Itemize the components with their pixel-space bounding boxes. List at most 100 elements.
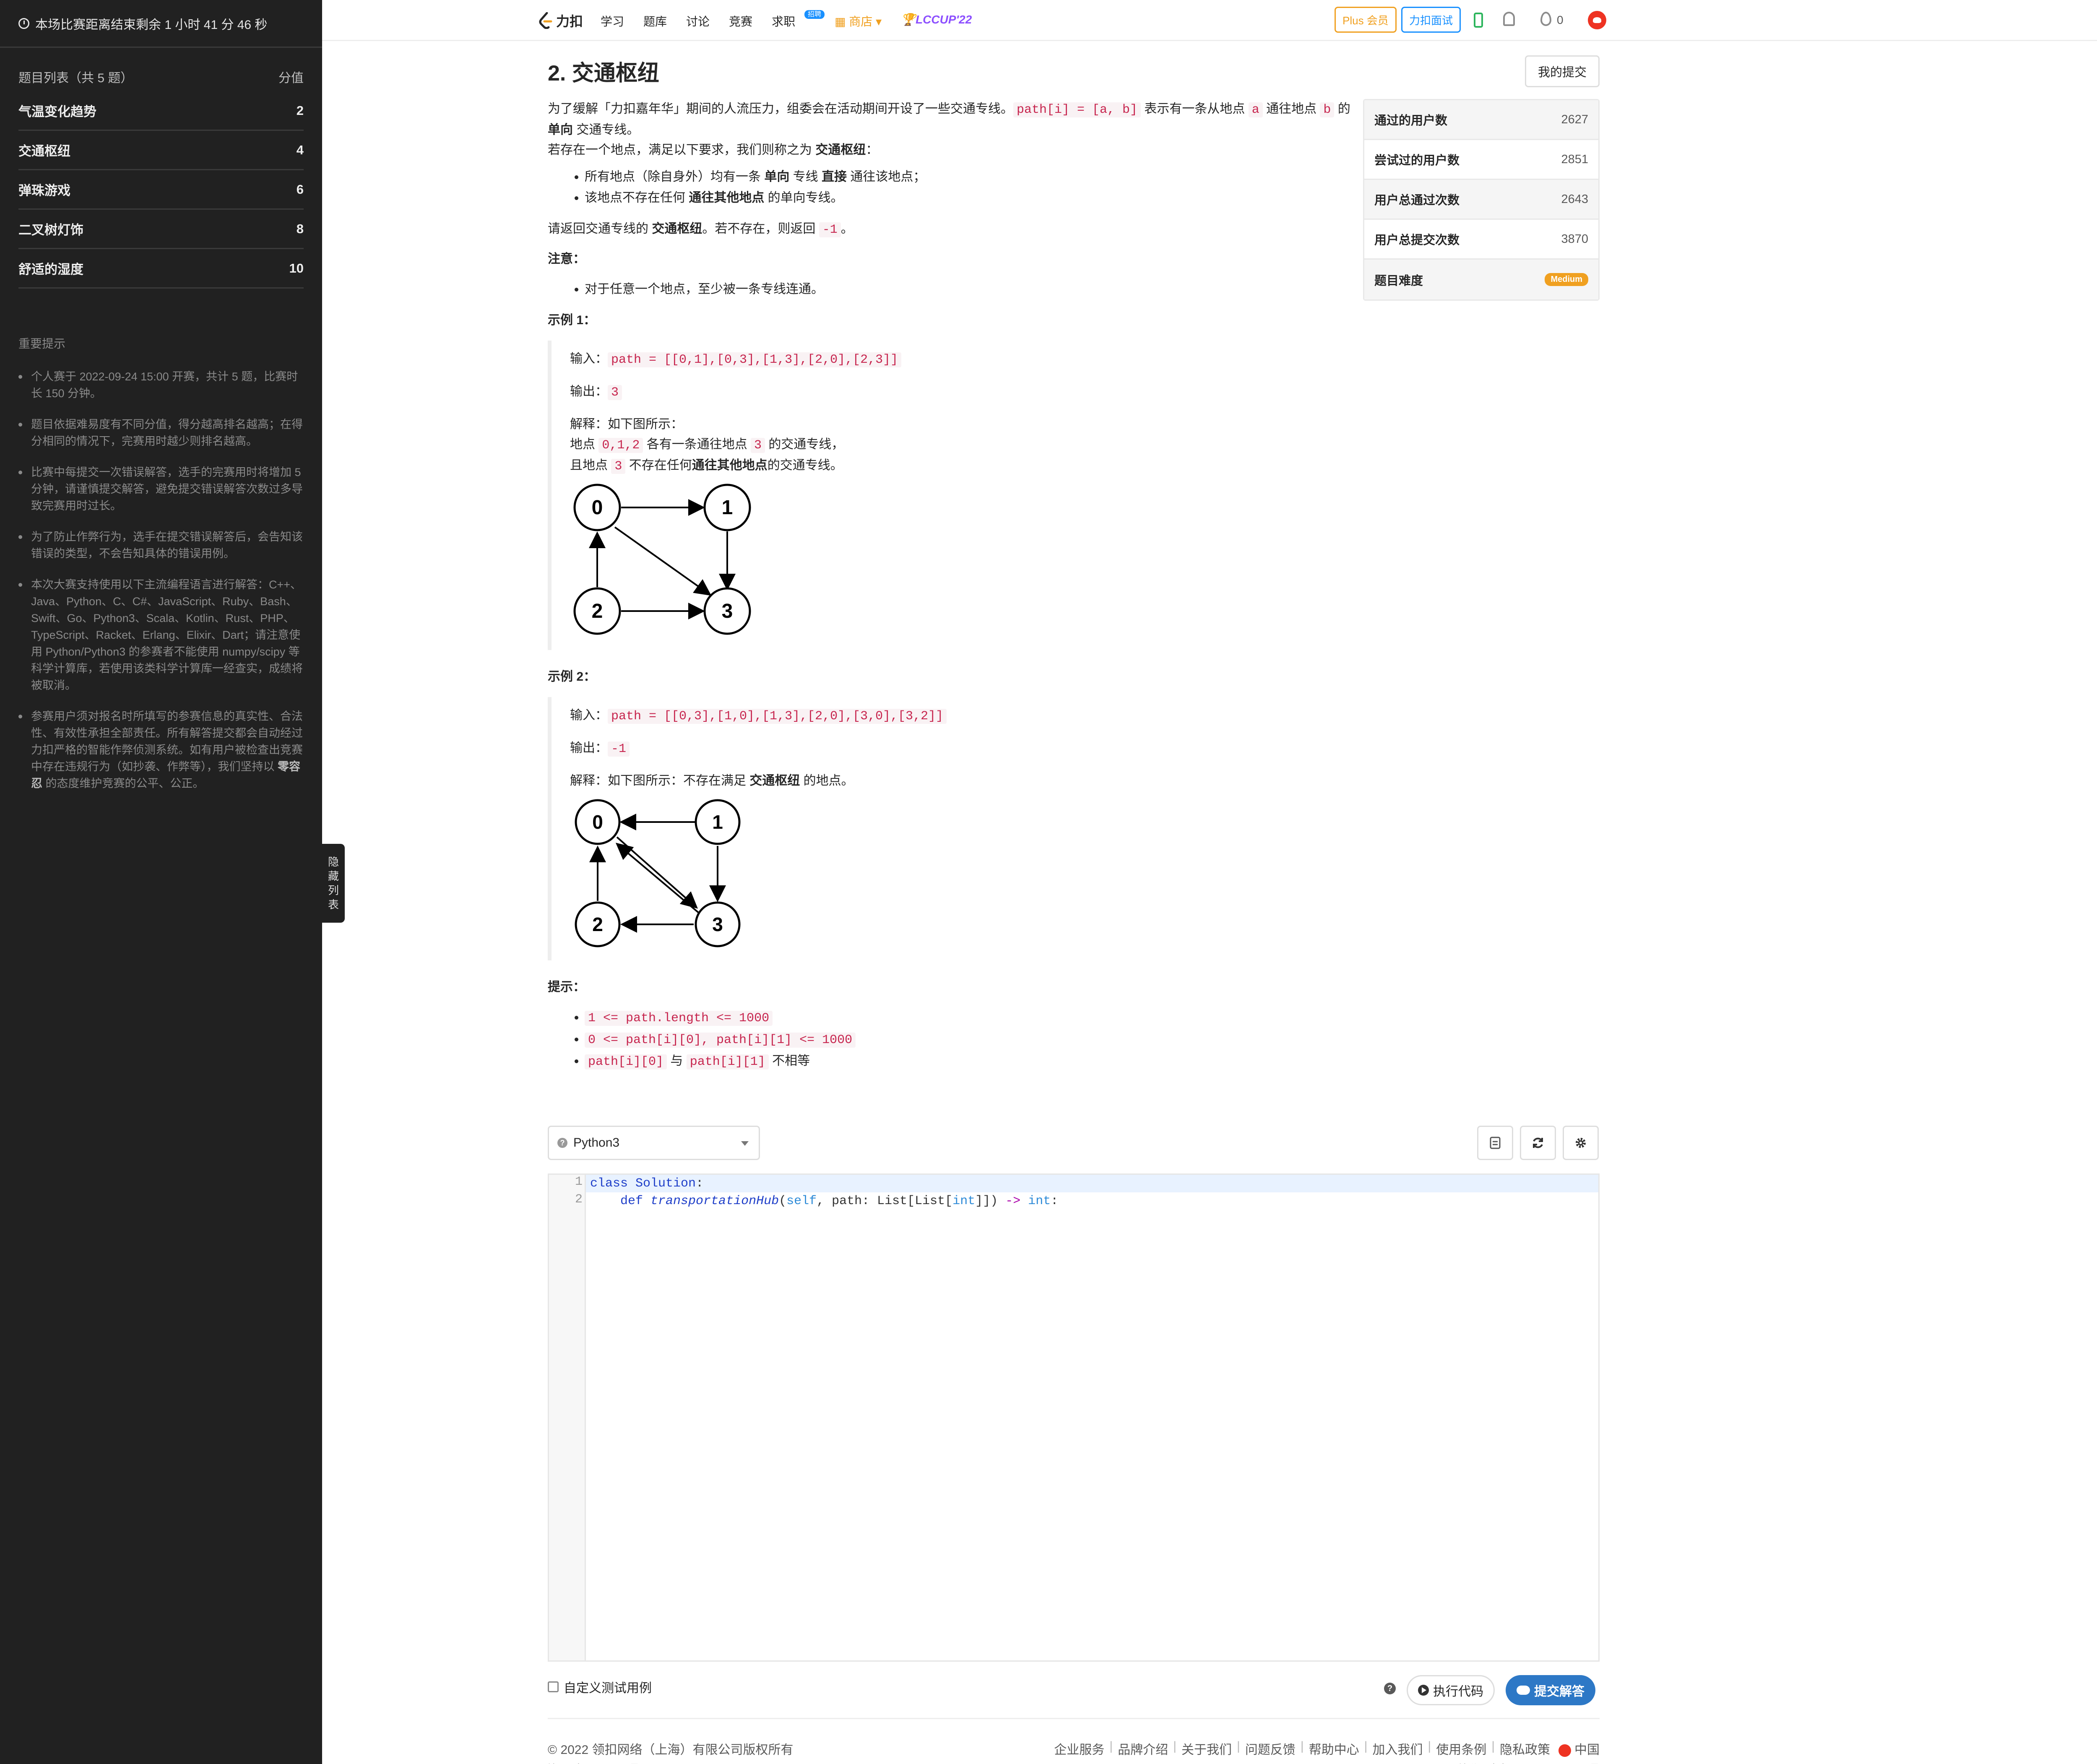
- list-item: 所有地点（除自身外）均有一条 单向 专线 直接 通往该地点；: [585, 167, 1355, 187]
- contest-timer: 本场比赛距离结束剩余 1 小时 41 分 46 秒: [0, 0, 322, 48]
- inline-code: 0 <= path[i][0], path[i][1] <= 1000: [585, 1033, 856, 1048]
- page-footer: © 2022 领扣网络（上海）有限公司版权所有 沪ICP备17051546号 企…: [548, 1718, 1600, 1764]
- store-label: 商店: [849, 15, 873, 28]
- leetcode-logo[interactable]: 力扣: [539, 11, 583, 30]
- stat-row: 题目难度 Medium: [1364, 260, 1598, 299]
- inline-code: path[i][1]: [686, 1054, 769, 1069]
- bold-text: 交通枢纽: [749, 774, 800, 788]
- bold-text: 直接: [822, 170, 847, 184]
- plus-member-button[interactable]: Plus 会员: [1335, 7, 1397, 33]
- text: 的交通专线，: [765, 437, 844, 451]
- hint-item: 1 <= path.length <= 1000: [585, 1007, 1355, 1028]
- nav-jobs-label: 求职: [772, 15, 796, 28]
- code-keyword: class: [590, 1176, 636, 1191]
- police-record[interactable]: 沪公网安备 31011502007040号: [1459, 1760, 1600, 1764]
- region-selector[interactable]: 中国: [1558, 1739, 1600, 1758]
- nav-store[interactable]: ▦ 商店 ▾: [835, 13, 882, 29]
- code-line: def transportationHub(self, path: List[L…: [586, 1192, 1598, 1210]
- footer-link[interactable]: 加入我们: [1372, 1739, 1423, 1758]
- stat-value: 2627: [1561, 112, 1588, 126]
- stat-value: 2851: [1561, 152, 1588, 166]
- text: 的交通专线。: [767, 458, 843, 472]
- problem-list-header: 题目列表（共 5 题） 分值: [0, 62, 322, 91]
- code-self: self: [786, 1194, 817, 1208]
- code-text: ]]): [975, 1194, 1006, 1208]
- problem-score: 6: [296, 182, 304, 197]
- settings-button[interactable]: [1563, 1126, 1599, 1160]
- problem-item[interactable]: 舒适的湿度 10: [18, 249, 304, 289]
- example-explanation: 解释：如下图所示：不存在满足 交通枢纽 的地点。: [570, 771, 1355, 791]
- code-editor[interactable]: 1 2 class Solution: def transportationHu…: [548, 1173, 1600, 1662]
- help-icon[interactable]: ?: [1384, 1683, 1396, 1694]
- tip-item: 个人赛于 2022-09-24 15:00 开赛，共计 5 题，比赛时长 150…: [18, 368, 304, 402]
- difficulty-badge: Medium: [1545, 273, 1588, 286]
- question-icon: ?: [557, 1138, 567, 1148]
- notes-button[interactable]: [1477, 1126, 1513, 1160]
- logo-text: 力扣: [556, 14, 583, 29]
- code-line: class Solution:: [586, 1175, 1598, 1192]
- list-item: 对于任意一个地点，至少被一条专线连通。: [585, 279, 1355, 299]
- custom-test-checkbox[interactable]: [548, 1681, 559, 1692]
- clock-icon: [18, 18, 29, 29]
- submit-button[interactable]: 提交解答: [1506, 1675, 1595, 1705]
- hide-list-tab[interactable]: 隐 藏 列 表: [322, 844, 345, 923]
- example-explanation: 解释：如下图所示： 地点 0,1,2 各有一条通往地点 3 的交通专线， 且地点…: [570, 414, 1355, 476]
- icp-link[interactable]: 沪ICP备17051546号: [548, 1760, 640, 1764]
- stat-value: 3870: [1561, 232, 1588, 246]
- avatar[interactable]: [1588, 11, 1606, 29]
- separator: |: [1237, 1739, 1240, 1753]
- problem-name: 二叉树灯饰: [18, 223, 83, 237]
- problem-item[interactable]: 二叉树灯饰 8: [18, 210, 304, 249]
- code-type: int: [952, 1194, 976, 1208]
- reset-button[interactable]: [1520, 1126, 1556, 1160]
- problem-item[interactable]: 弹珠游戏 6: [18, 170, 304, 210]
- language-select[interactable]: ? Python3: [548, 1126, 760, 1160]
- problem-item[interactable]: 气温变化趋势 2: [18, 91, 304, 131]
- interview-button[interactable]: 力扣面试: [1401, 7, 1461, 33]
- nav-problemset[interactable]: 题库: [643, 13, 667, 29]
- page-title: 2. 交通枢纽: [548, 61, 659, 86]
- nav-discuss[interactable]: 讨论: [686, 13, 710, 29]
- example-output: 输出： -1: [570, 738, 1355, 759]
- example2-title: 示例 2：: [548, 670, 596, 684]
- nav-learn[interactable]: 学习: [601, 13, 624, 29]
- inline-code: 0,1,2: [598, 438, 643, 453]
- lccup-label: LCCUP'22: [916, 13, 972, 26]
- custom-test-toggle[interactable]: 自定义测试用例: [548, 1678, 652, 1696]
- example-2: 输入： path = [[0,3],[1,0],[1,3],[2,0],[3,0]…: [548, 697, 1355, 960]
- footer-link[interactable]: 关于我们: [1181, 1739, 1232, 1758]
- example-input: 输入： path = [[0,3],[1,0],[1,3],[2,0],[3,0]…: [570, 705, 1355, 726]
- requirements-list: 所有地点（除自身外）均有一条 单向 专线 直接 通往该地点； 该地点不存在任何 …: [585, 167, 1355, 208]
- bell-icon[interactable]: [1503, 12, 1515, 26]
- editor-toolbar: ? Python3: [548, 1126, 1600, 1161]
- hints-title: 提示：: [548, 980, 585, 994]
- copyright: © 2022 领扣网络（上海）有限公司版权所有: [548, 1743, 794, 1757]
- fire-icon[interactable]: [1540, 12, 1551, 26]
- node-label: 3: [722, 600, 733, 622]
- footer-link[interactable]: 使用条例: [1436, 1739, 1486, 1758]
- problem-name: 舒适的湿度: [18, 262, 83, 277]
- problem-item[interactable]: 交通枢纽 4: [18, 131, 304, 170]
- phone-icon[interactable]: [1474, 13, 1483, 28]
- node-label: 1: [712, 811, 723, 833]
- nav-lccup[interactable]: 🏆LCCUP'22: [901, 13, 972, 29]
- label: 输入：: [570, 708, 608, 722]
- my-submissions-button[interactable]: 我的提交: [1525, 55, 1600, 87]
- line-gutter: 1 2: [549, 1175, 586, 1660]
- nav-contest[interactable]: 竞赛: [729, 13, 752, 29]
- hide-tab-char: 隐: [328, 856, 339, 868]
- text: 。: [840, 222, 853, 236]
- run-code-button[interactable]: 执行代码: [1407, 1675, 1495, 1705]
- footer-link[interactable]: 品牌介绍: [1118, 1739, 1168, 1758]
- text: 不相等: [768, 1054, 810, 1068]
- text: 请返回交通专线的: [548, 222, 652, 236]
- footer-link[interactable]: 隐私政策: [1500, 1739, 1550, 1758]
- footer-link[interactable]: 企业服务: [1054, 1739, 1104, 1758]
- footer-link[interactable]: 帮助中心: [1309, 1739, 1359, 1758]
- node-label: 3: [712, 913, 723, 935]
- example1-title: 示例 1：: [548, 313, 596, 327]
- footer-link[interactable]: 问题反馈: [1245, 1739, 1296, 1758]
- tip-item: 为了防止作弊行为，选手在提交错误解答后，会告知该错误的类型，不会告知具体的错误用…: [18, 528, 304, 562]
- nav-jobs[interactable]: 求职招聘: [772, 10, 825, 29]
